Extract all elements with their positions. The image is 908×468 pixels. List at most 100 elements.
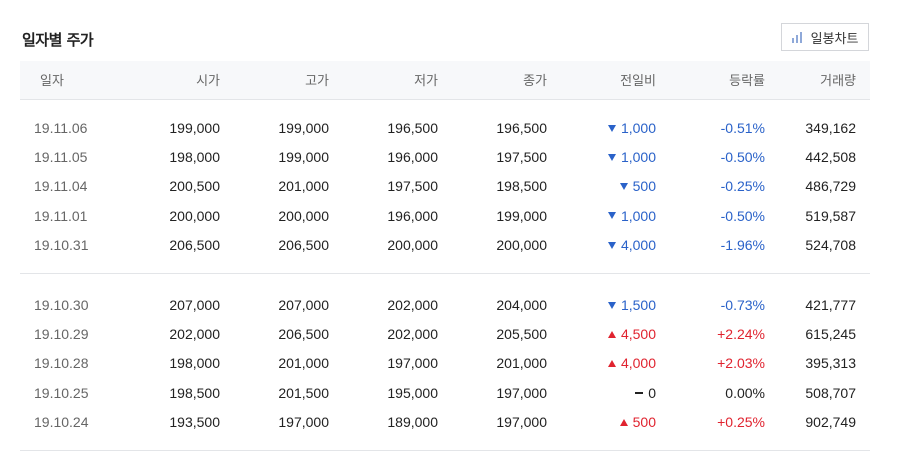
table-body: 19.11.06 199,000 199,000 196,500 196,500 1,00… — [20, 99, 870, 452]
row-spacer — [20, 99, 870, 114]
column-header-volume: 거래량 — [820, 73, 856, 89]
change-cell: 1,000 — [547, 143, 656, 172]
high-cell: 200,000 — [278, 207, 329, 224]
open-cell: 207,000 — [169, 297, 220, 314]
bar-chart-icon — [791, 31, 804, 43]
rate-cell: -1.96% — [720, 236, 765, 253]
high-cell: 201,000 — [278, 355, 329, 372]
low-cell: 200,000 — [387, 236, 438, 253]
low-cell: 195,000 — [387, 384, 438, 401]
close-cell: 197,000 — [496, 413, 547, 430]
date-cell: 19.10.29 — [34, 326, 89, 343]
triangle-down-icon — [607, 212, 616, 220]
triangle-down-icon — [607, 241, 616, 249]
high-cell: 197,000 — [278, 413, 329, 430]
volume-cell: 524,708 — [805, 236, 856, 253]
volume-cell: 519,587 — [805, 207, 856, 224]
rate-cell: 0.00% — [725, 384, 765, 401]
date-cell: 19.11.05 — [34, 149, 88, 166]
low-cell: 196,000 — [387, 207, 438, 224]
rate-cell: +2.24% — [717, 326, 765, 343]
open-cell: 199,000 — [169, 120, 220, 137]
date-cell: 19.10.25 — [34, 384, 89, 401]
date-cell: 19.10.30 — [34, 297, 89, 314]
date-cell: 19.10.31 — [34, 236, 89, 253]
change-cell: 4,500 — [547, 320, 656, 349]
daily-chart-label: 일봉차트 — [810, 31, 859, 47]
high-cell: 206,500 — [278, 236, 329, 253]
high-cell: 207,000 — [278, 297, 329, 314]
rate-cell: +2.03% — [717, 355, 765, 372]
high-cell: 206,500 — [278, 326, 329, 343]
triangle-down-icon — [607, 154, 616, 162]
change-value: 1,500 — [620, 297, 656, 314]
rate-cell: -0.73% — [720, 297, 765, 314]
triangle-down-icon — [619, 183, 628, 191]
date-cell: 19.10.24 — [34, 413, 89, 430]
column-header-date: 일자 — [40, 73, 64, 89]
open-cell: 202,000 — [169, 326, 220, 343]
change-value: 1,000 — [620, 149, 656, 166]
change-value: 4,000 — [620, 355, 656, 372]
volume-cell: 395,313 — [805, 355, 856, 372]
change-cell: 4,000 — [547, 230, 656, 259]
open-cell: 200,500 — [169, 178, 220, 195]
close-cell: 204,000 — [496, 297, 547, 314]
rate-cell: -0.50% — [720, 149, 765, 166]
high-cell: 199,000 — [278, 120, 329, 137]
change-cell: 1,000 — [547, 114, 656, 143]
close-cell: 200,000 — [496, 236, 547, 253]
date-cell: 19.11.04 — [34, 178, 88, 195]
close-cell: 197,000 — [496, 384, 547, 401]
date-cell: 19.11.06 — [34, 120, 88, 137]
table-row: 19.11.01 200,000 200,000 196,000 199,000 1,00… — [20, 201, 870, 230]
open-cell: 206,500 — [169, 236, 220, 253]
close-cell: 197,500 — [496, 149, 547, 166]
low-cell: 202,000 — [387, 326, 438, 343]
change-cell: 1,000 — [547, 201, 656, 230]
rate-cell: -0.51% — [720, 120, 765, 137]
low-cell: 197,500 — [387, 178, 438, 195]
change-value: 4,000 — [620, 236, 656, 253]
table-row: 19.11.04 200,500 201,000 197,500 198,500 500 -… — [20, 172, 870, 201]
column-header-low: 저가 — [414, 73, 438, 89]
low-cell: 189,000 — [387, 413, 438, 430]
change-cell: 500 — [547, 172, 656, 201]
open-cell: 198,000 — [169, 149, 220, 166]
volume-cell: 349,162 — [805, 120, 856, 137]
dash-icon — [635, 391, 644, 394]
volume-cell: 902,749 — [805, 413, 856, 430]
table-row: 19.11.05 198,000 199,000 196,000 197,500 1,00… — [20, 143, 870, 172]
change-value: 500 — [632, 413, 656, 430]
rate-cell: -0.25% — [720, 178, 765, 195]
table-row: 19.10.25 198,500 201,500 195,000 197,000 0 0.0… — [20, 378, 870, 407]
volume-cell: 421,777 — [805, 297, 856, 314]
triangle-up-icon — [619, 418, 628, 426]
change-cell: 500 — [547, 407, 656, 436]
close-cell: 205,500 — [496, 326, 547, 343]
triangle-up-icon — [607, 360, 616, 368]
triangle-up-icon — [607, 331, 616, 339]
low-cell: 202,000 — [387, 297, 438, 314]
daily-chart-button[interactable]: 일봉차트 — [781, 23, 869, 51]
row-spacer — [20, 436, 870, 452]
change-value: 500 — [632, 178, 656, 195]
open-cell: 193,500 — [169, 413, 220, 430]
change-value: 4,500 — [620, 326, 656, 343]
low-cell: 196,000 — [387, 149, 438, 166]
column-header-change: 전일비 — [620, 73, 656, 89]
close-cell: 199,000 — [496, 207, 547, 224]
table-row: 19.10.31 206,500 206,500 200,000 200,000 4,00… — [20, 230, 870, 259]
row-spacer — [20, 274, 870, 291]
high-cell: 201,000 — [278, 178, 329, 195]
change-cell: 0 — [547, 378, 656, 407]
volume-cell: 508,707 — [805, 384, 856, 401]
low-cell: 197,000 — [387, 355, 438, 372]
column-header-rate: 등락률 — [729, 73, 765, 89]
triangle-down-icon — [607, 301, 616, 309]
column-header-close: 종가 — [523, 73, 547, 89]
table-row: 19.10.30 207,000 207,000 202,000 204,000 1,50… — [20, 290, 870, 319]
rate-cell: +0.25% — [717, 413, 765, 430]
close-cell: 201,000 — [496, 355, 547, 372]
table-row: 19.10.29 202,000 206,500 202,000 205,500 4,50… — [20, 320, 870, 349]
